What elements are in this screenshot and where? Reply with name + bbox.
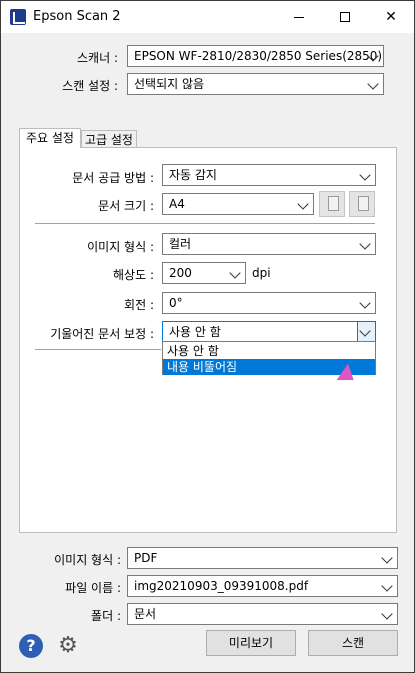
- skew-correction-select[interactable]: 사용 안 함: [162, 321, 376, 343]
- skew-correction-label: 기울어진 문서 보정 :: [50, 327, 154, 341]
- resolution-select[interactable]: 200: [162, 262, 246, 284]
- window-title: Epson Scan 2: [33, 9, 121, 24]
- image-type-label: 이미지 형식 :: [87, 240, 154, 254]
- file-name-value: img20210903_09391008.pdf: [134, 579, 309, 593]
- minimize-icon: [294, 16, 304, 18]
- folder-label: 폴더 :: [91, 609, 121, 623]
- doc-size-select[interactable]: A4: [162, 193, 314, 215]
- minimize-button[interactable]: [276, 1, 322, 33]
- chevron-down-icon: [381, 580, 393, 592]
- image-type-value: 컬러: [169, 237, 192, 251]
- scan-settings-select-value: 선택되지 않음: [134, 77, 205, 91]
- help-icon[interactable]: ?: [19, 634, 43, 658]
- dropdown-option-none[interactable]: 사용 안 함: [163, 343, 375, 359]
- scanner-label: 스캐너 :: [77, 51, 118, 65]
- scan-settings-label: 스캔 설정 :: [62, 79, 118, 93]
- image-format-label: 이미지 형식 :: [54, 553, 121, 567]
- chevron-down-icon: [229, 267, 241, 279]
- skew-correction-value: 사용 안 함: [169, 325, 221, 339]
- landscape-page-icon: [358, 196, 369, 211]
- rotate-label: 회전 :: [124, 298, 154, 312]
- doc-source-value: 자동 감지: [169, 168, 217, 182]
- portrait-page-icon: [328, 196, 339, 211]
- image-type-select[interactable]: 컬러: [162, 233, 376, 255]
- resolution-unit: dpi: [252, 266, 271, 280]
- preview-button[interactable]: 미리보기: [206, 630, 296, 656]
- tab-main-settings[interactable]: 주요 설정: [19, 128, 81, 148]
- chevron-down-icon: [297, 198, 309, 210]
- image-format-value: PDF: [134, 551, 158, 565]
- scan-settings-select[interactable]: 선택되지 않음: [127, 73, 384, 95]
- scanner-select[interactable]: EPSON WF-2810/2830/2850 Series(2850): [127, 45, 384, 67]
- file-name-select[interactable]: img20210903_09391008.pdf: [127, 575, 398, 597]
- close-button[interactable]: ✕: [368, 1, 414, 33]
- title-bar: Epson Scan 2 ✕: [1, 1, 414, 33]
- divider: [35, 223, 375, 224]
- portrait-orientation-button[interactable]: [319, 191, 345, 217]
- doc-source-select[interactable]: 자동 감지: [162, 164, 376, 186]
- maximize-icon: [340, 12, 350, 22]
- rotate-value: 0°: [169, 296, 183, 310]
- resolution-value: 200: [169, 266, 192, 280]
- file-name-label: 파일 이름 :: [65, 581, 121, 595]
- scanner-select-value: EPSON WF-2810/2830/2850 Series(2850): [134, 49, 383, 63]
- doc-size-label: 문서 크기 :: [98, 199, 154, 213]
- chevron-down-icon: [381, 608, 393, 620]
- gear-icon[interactable]: ⚙: [56, 634, 80, 658]
- divider: [35, 349, 161, 350]
- chevron-down-icon: [381, 552, 393, 564]
- chevron-down-icon: [359, 297, 371, 309]
- epson-scan-window: Epson Scan 2 ✕ 스캐너 : EPSON WF-2810/2830/…: [0, 0, 415, 673]
- folder-select[interactable]: 문서: [127, 603, 398, 625]
- rotate-select[interactable]: 0°: [162, 292, 376, 314]
- doc-size-value: A4: [169, 197, 185, 211]
- maximize-button[interactable]: [322, 1, 368, 33]
- resolution-label: 해상도 :: [113, 268, 154, 282]
- chevron-down-icon: [359, 169, 371, 181]
- scan-button[interactable]: 스캔: [308, 630, 398, 656]
- chevron-down-icon: [359, 238, 371, 250]
- folder-value: 문서: [134, 607, 157, 621]
- image-format-select[interactable]: PDF: [127, 547, 398, 569]
- landscape-orientation-button[interactable]: [349, 191, 375, 217]
- tab-advanced-settings[interactable]: 고급 설정: [81, 130, 137, 148]
- chevron-down-icon: [367, 78, 379, 90]
- epson-scan-app-icon: [10, 9, 26, 25]
- doc-source-label: 문서 공급 방법 :: [72, 171, 154, 185]
